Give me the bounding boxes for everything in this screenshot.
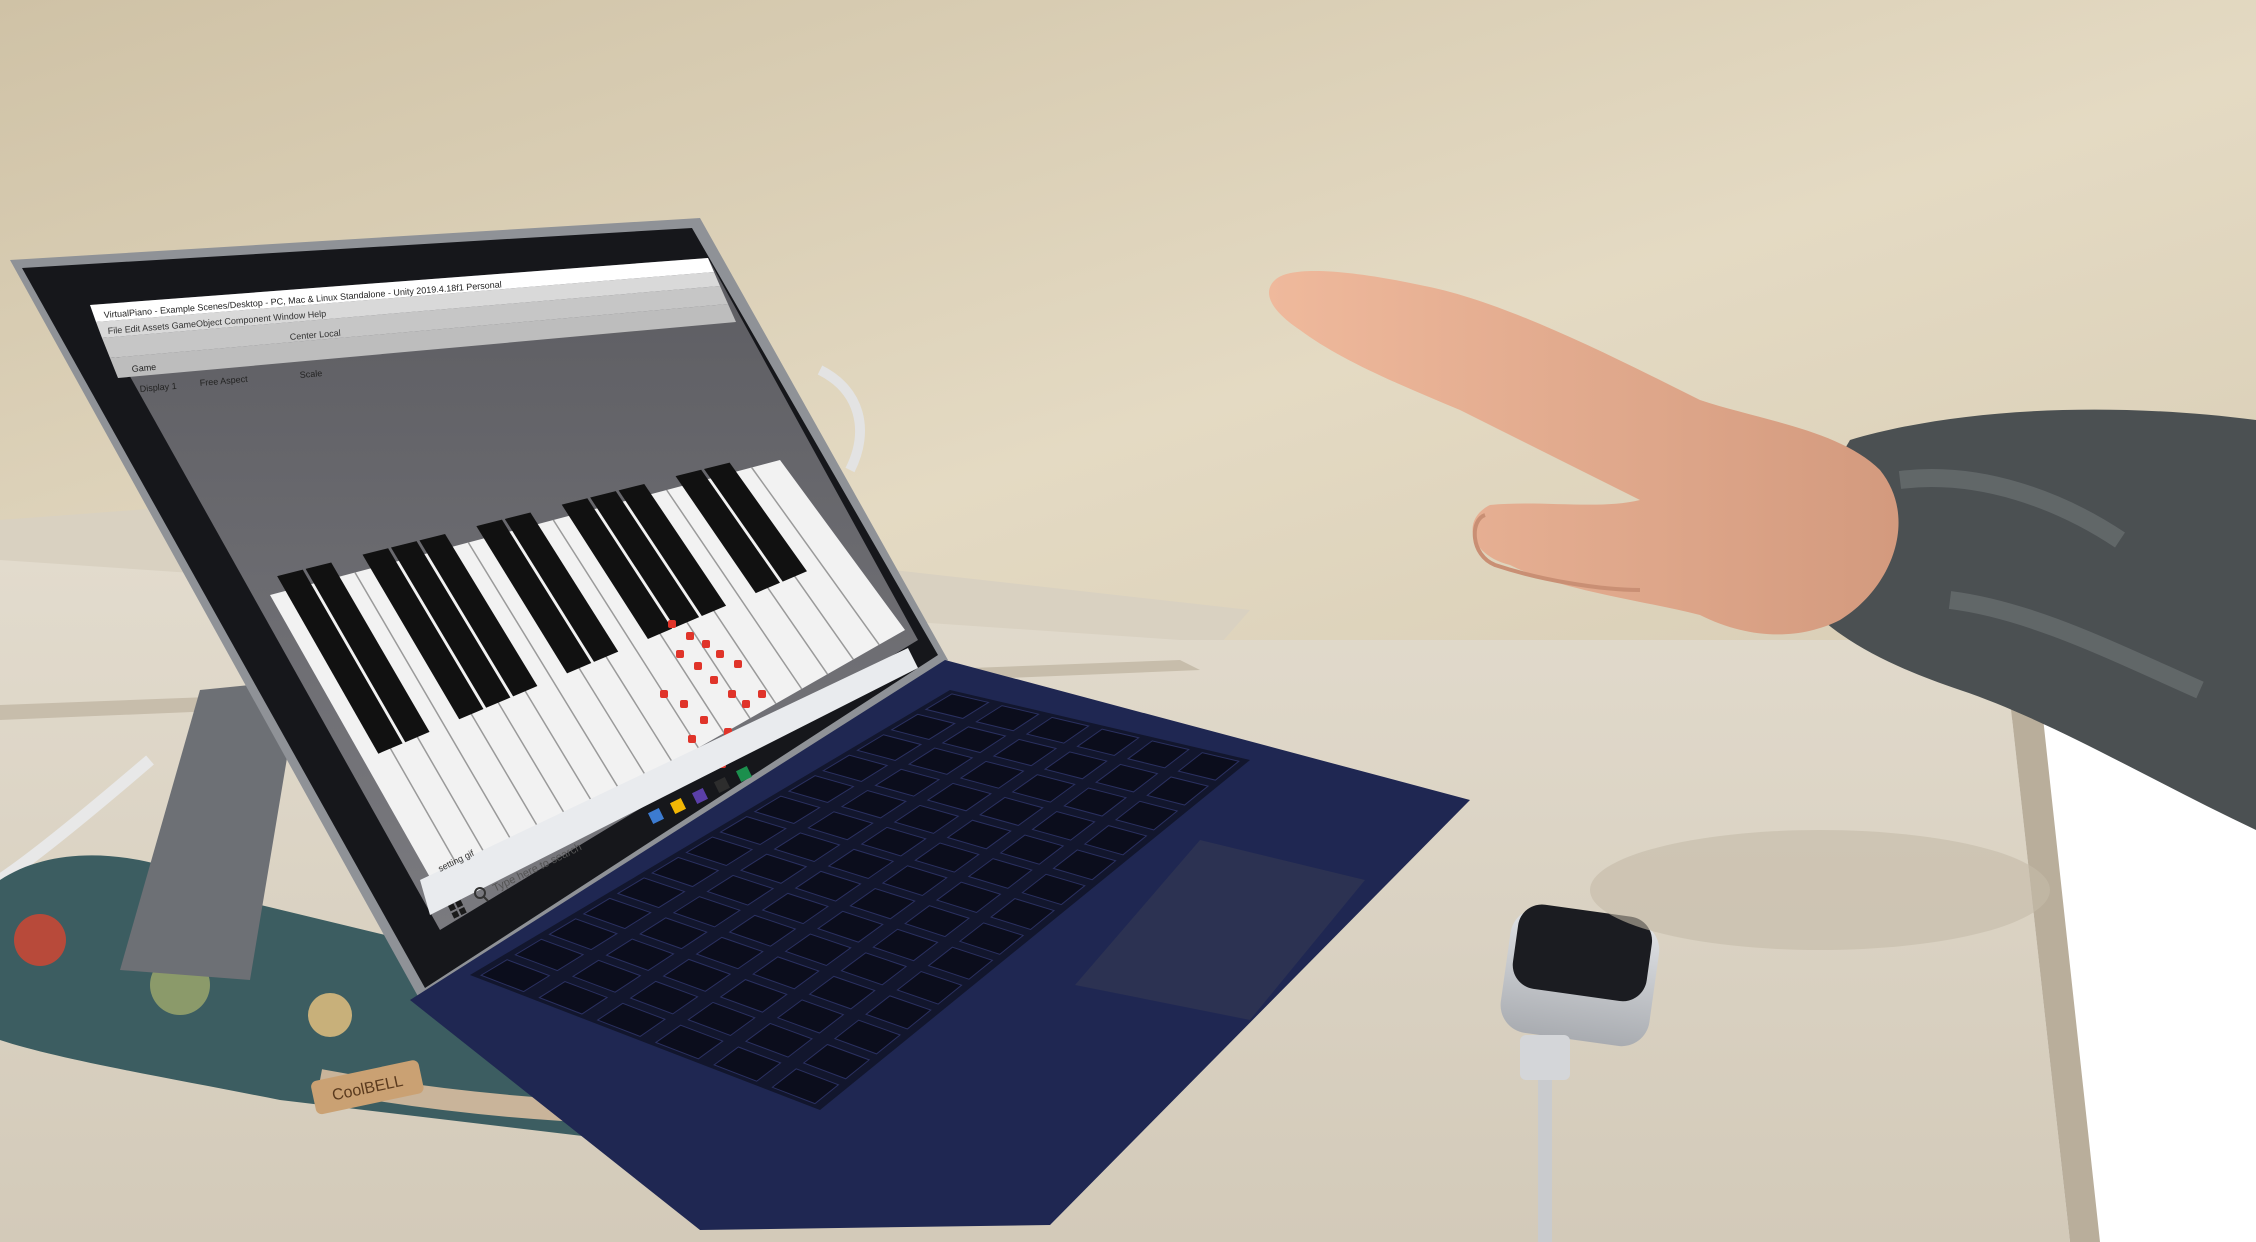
- hand-joint-marker: [742, 700, 750, 708]
- hand-joint-marker: [676, 650, 684, 658]
- hand-joint-marker: [758, 690, 766, 698]
- scale-label: Scale: [299, 368, 322, 380]
- hand-joint-marker: [734, 660, 742, 668]
- hand-joint-marker: [716, 650, 724, 658]
- photo-scene: CoolBELL VirtualPiano - Example Scenes/D…: [0, 0, 2256, 1242]
- sleeve-flower-3: [308, 993, 352, 1037]
- sleeve-flower-1: [14, 914, 66, 966]
- hand-joint-marker: [660, 690, 668, 698]
- hand-joint-marker: [680, 700, 688, 708]
- hand-joint-marker: [710, 676, 718, 684]
- hand-joint-marker: [686, 632, 694, 640]
- game-tab-label: Game: [131, 362, 156, 374]
- hand-joint-marker: [728, 690, 736, 698]
- hand-joint-marker: [702, 640, 710, 648]
- hand-joint-marker: [688, 735, 696, 743]
- sensor-usb-plug: [1520, 1035, 1570, 1080]
- hand-joint-marker: [668, 620, 676, 628]
- hand-shadow: [1590, 830, 2050, 950]
- hand-joint-marker: [694, 662, 702, 670]
- hand-joint-marker: [700, 716, 708, 724]
